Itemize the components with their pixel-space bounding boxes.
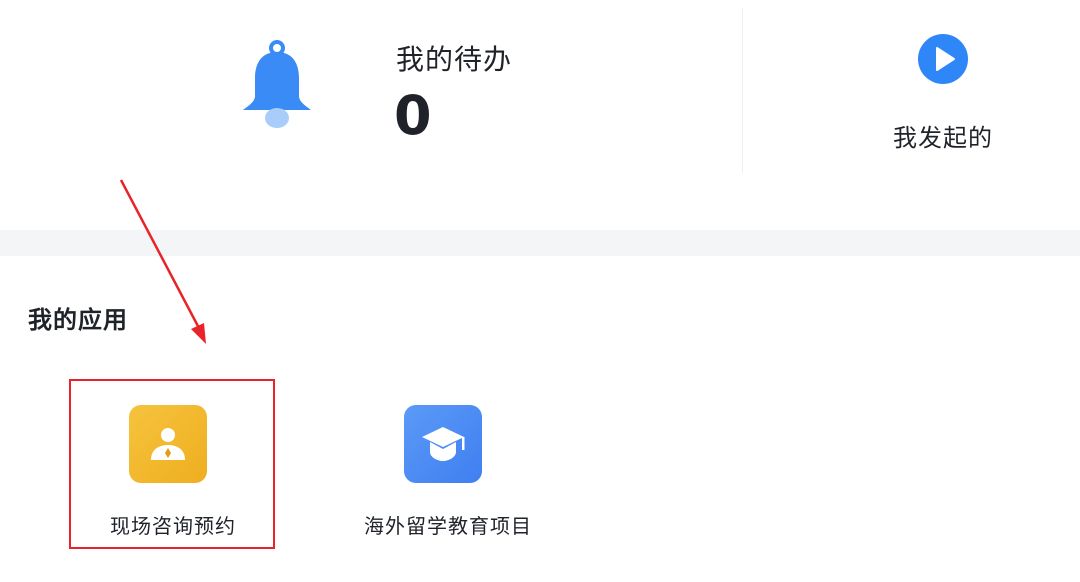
vertical-divider	[742, 8, 743, 173]
bell-icon[interactable]	[234, 38, 320, 130]
apps-title: 我的应用	[28, 306, 128, 334]
app-tile-overseas-education[interactable]: 海外留学教育项目	[345, 380, 551, 548]
app-label-consult-booking: 现场咨询预约	[110, 514, 236, 538]
section-separator	[0, 230, 1080, 256]
todo-count[interactable]: 0	[394, 84, 432, 148]
todo-label[interactable]: 我的待办	[396, 38, 512, 78]
consultant-icon	[129, 405, 207, 483]
workbench-page: 我的待办 0 我发起的 我的应用 现场咨询预约 海外留学教育项目	[0, 0, 1080, 582]
app-tile-consult-booking[interactable]: 现场咨询预约	[70, 380, 276, 548]
app-label-overseas-education: 海外留学教育项目	[364, 514, 532, 538]
started-label[interactable]: 我发起的	[893, 118, 993, 153]
graduation-cap-icon	[404, 405, 482, 483]
play-icon[interactable]	[916, 32, 970, 86]
summary-section: 我的待办 0 我发起的	[0, 0, 1080, 230]
